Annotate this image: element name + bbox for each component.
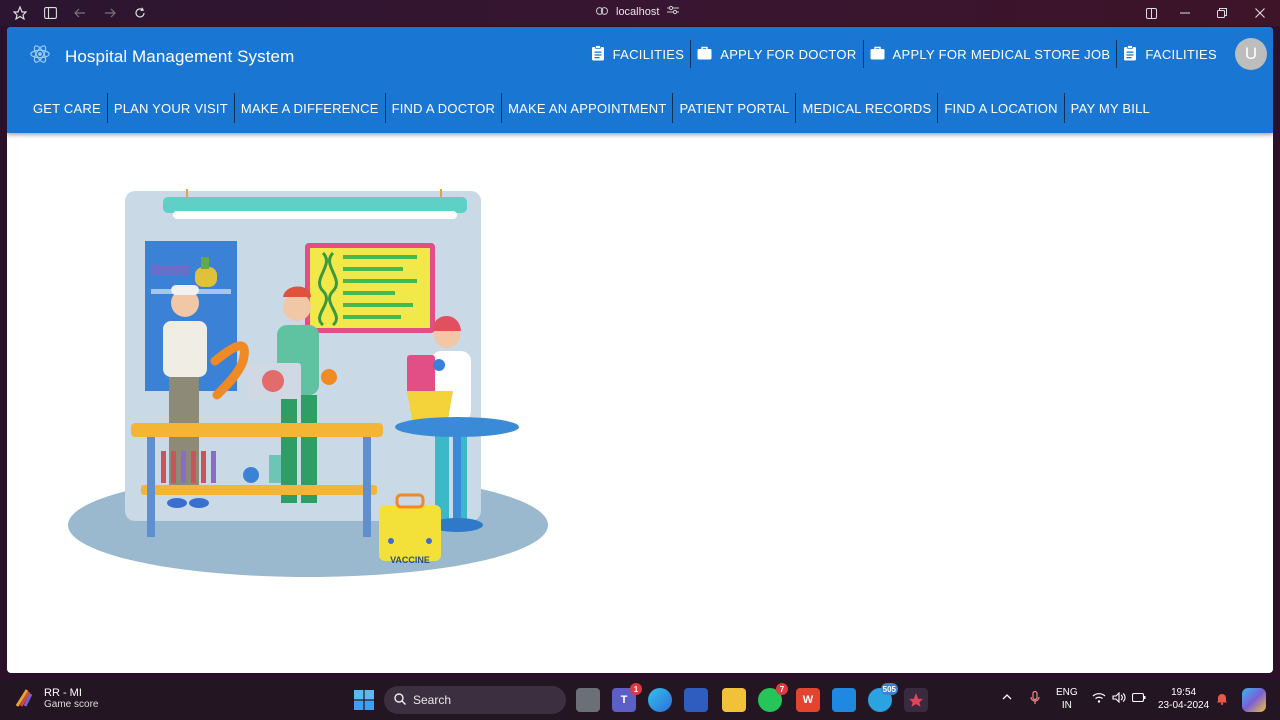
widget-game-score[interactable]: RR - MI Game score	[14, 686, 98, 711]
notification-bell-icon[interactable]	[1216, 692, 1228, 709]
whatsapp-icon[interactable]: 7	[758, 683, 788, 712]
link-icon	[596, 6, 608, 18]
store-icon[interactable]	[684, 688, 708, 712]
split-view-icon[interactable]	[1142, 4, 1160, 22]
wifi-icon[interactable]	[1092, 692, 1106, 707]
task-view-icon[interactable]	[576, 688, 600, 712]
windows-start-icon[interactable]	[352, 688, 376, 712]
app-logo-icon[interactable]	[12, 5, 28, 21]
link-label: FACILITIES	[612, 46, 685, 62]
language-code: ENG	[1056, 687, 1078, 698]
menu-item-make-a-difference[interactable]: MAKE A DIFFERENCE	[235, 93, 386, 123]
language-indicator[interactable]: ENG IN	[1056, 686, 1078, 712]
app-window: Hospital Management System FACILITIES AP…	[7, 27, 1273, 673]
wps-office-icon[interactable]: W	[796, 688, 820, 712]
address-bar[interactable]: localhost	[596, 5, 680, 18]
edge-icon[interactable]	[648, 688, 672, 712]
widget-subtitle: Game score	[44, 699, 99, 710]
url-text: localhost	[616, 5, 660, 18]
taskbar: RR - MI Game score Search T 1 7 W 505 EN…	[0, 680, 1280, 720]
vscode-icon[interactable]	[832, 688, 856, 712]
minimize-icon[interactable]	[1176, 4, 1194, 22]
clock-time: 19:54	[1171, 687, 1197, 698]
copilot-icon[interactable]	[1242, 688, 1266, 712]
cricket-bat-icon	[14, 686, 36, 711]
top-links: FACILITIES APPLY FOR DOCTOR APPLY FOR ME…	[585, 40, 1223, 68]
clipboard-icon	[1123, 44, 1137, 64]
back-icon[interactable]	[72, 5, 88, 21]
clock[interactable]: 19:54 23-04-2024	[1158, 686, 1209, 712]
chevron-up-icon[interactable]	[1002, 692, 1012, 705]
active-browser-icon[interactable]	[904, 688, 928, 712]
clock-date: 23-04-2024	[1158, 700, 1210, 711]
menu-item-get-care[interactable]: GET CARE	[28, 93, 108, 123]
telegram-icon[interactable]: 505	[868, 683, 898, 712]
menu-item-find-a-location[interactable]: FIND A LOCATION	[938, 93, 1065, 123]
apply-for-doctor-link[interactable]: APPLY FOR DOCTOR	[691, 40, 864, 68]
browser-titlebar: localhost	[0, 0, 1280, 26]
menu-item-pay-my-bill[interactable]: PAY MY BILL	[1065, 93, 1156, 123]
briefcase-icon	[870, 46, 885, 63]
main-menu: GET CARE PLAN YOUR VISIT MAKE A DIFFEREN…	[28, 93, 1156, 123]
volume-icon[interactable]	[1112, 691, 1126, 707]
vaccine-label: VACCINE	[390, 555, 430, 565]
teams-icon[interactable]: T 1	[612, 683, 642, 712]
menu-item-find-a-doctor[interactable]: FIND A DOCTOR	[386, 93, 503, 123]
avatar[interactable]: U	[1235, 38, 1267, 70]
search-placeholder: Search	[413, 693, 452, 707]
app-header: Hospital Management System FACILITIES AP…	[7, 27, 1273, 133]
telegram-badge: 505	[880, 683, 898, 695]
brand[interactable]: Hospital Management System	[29, 43, 294, 70]
taskbar-search[interactable]: Search	[384, 686, 566, 714]
hero-illustration: VACCINE	[67, 185, 557, 585]
react-logo-icon	[29, 43, 51, 70]
facilities-link-2[interactable]: FACILITIES	[1117, 40, 1223, 68]
microphone-icon[interactable]	[1030, 690, 1040, 709]
restore-icon[interactable]	[1213, 4, 1231, 22]
search-icon	[394, 692, 406, 708]
teams-badge: 1	[630, 683, 642, 695]
menu-item-patient-portal[interactable]: PATIENT PORTAL	[673, 93, 797, 123]
apply-medical-store-job-link[interactable]: APPLY FOR MEDICAL STORE JOB	[864, 40, 1118, 68]
whatsapp-badge: 7	[776, 683, 788, 695]
file-explorer-icon[interactable]	[722, 688, 746, 712]
link-label: APPLY FOR DOCTOR	[720, 46, 857, 62]
close-icon[interactable]	[1251, 4, 1269, 22]
menu-item-plan-your-visit[interactable]: PLAN YOUR VISIT	[108, 93, 235, 123]
region-code: IN	[1061, 700, 1072, 711]
app-title: Hospital Management System	[65, 46, 295, 66]
reload-icon[interactable]	[132, 5, 148, 21]
battery-icon[interactable]	[1131, 692, 1146, 707]
link-label: FACILITIES	[1145, 46, 1217, 62]
facilities-link[interactable]: FACILITIES	[585, 40, 692, 68]
forward-icon[interactable]	[102, 5, 118, 21]
briefcase-icon	[697, 46, 712, 63]
menu-item-medical-records[interactable]: MEDICAL RECORDS	[796, 93, 939, 123]
widget-title: RR - MI	[44, 687, 82, 699]
link-label: APPLY FOR MEDICAL STORE JOB	[892, 46, 1111, 62]
site-settings-icon[interactable]	[667, 5, 680, 18]
sidebar-toggle-icon[interactable]	[42, 5, 58, 21]
menu-item-make-an-appointment[interactable]: MAKE AN APPOINTMENT	[502, 93, 674, 123]
clipboard-icon	[591, 44, 605, 64]
